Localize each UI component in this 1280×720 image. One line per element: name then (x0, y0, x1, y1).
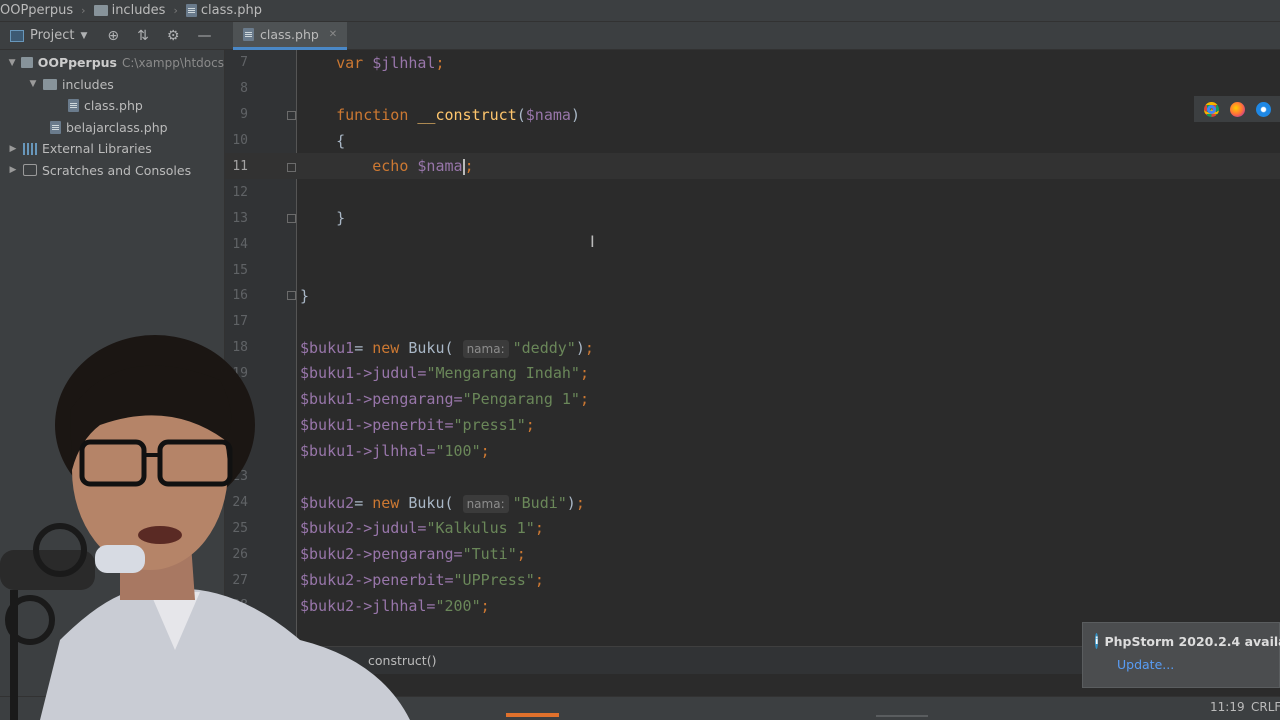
line-number: 9 (240, 107, 248, 122)
code-line-7: var $jlhhal; (336, 54, 445, 72)
chevron-down-icon[interactable]: ▼ (80, 31, 87, 41)
fold-marker-icon[interactable] (287, 163, 296, 172)
tab-class-php[interactable]: class.php ✕ (233, 22, 348, 50)
project-view-dropdown[interactable]: Project (30, 28, 74, 43)
fold-marker-icon[interactable] (287, 291, 296, 300)
scratches-icon (23, 164, 37, 177)
status-divider (876, 715, 928, 717)
chevron-down-icon[interactable]: ▼ (28, 79, 38, 89)
progress-indicator (506, 713, 559, 717)
update-link[interactable]: Update... (1117, 657, 1174, 672)
chrome-icon[interactable] (1203, 101, 1219, 117)
line-number: 15 (232, 263, 248, 278)
mouse-ibeam-cursor-icon: I (590, 232, 595, 251)
browser-preview-popup (1194, 96, 1280, 122)
chevron-right-icon[interactable]: ▶ (8, 165, 18, 175)
line-number: 17 (232, 314, 248, 329)
line-number: 16 (232, 288, 248, 303)
line-number: 10 (232, 133, 248, 148)
breadcrumb-file[interactable]: class.php (185, 3, 262, 18)
tree-item-includes[interactable]: ▼ includes (0, 74, 224, 96)
gear-icon[interactable]: ⚙ (167, 28, 180, 44)
tree-item-root[interactable]: ▼ OOPperpus C:\xampp\htdocs (0, 52, 224, 74)
tree-item-scratches[interactable]: ▶ Scratches and Consoles (0, 160, 224, 182)
update-notification: i PhpStorm 2020.2.4 availabl Update... (1082, 622, 1280, 688)
line-number: 12 (232, 185, 248, 200)
breadcrumb-folder[interactable]: includes (93, 3, 165, 18)
breadcrumb-separator: › (81, 4, 86, 17)
project-tool-header: Project ▼ ⊕ ⇅ ⚙ — (0, 22, 225, 50)
php-file-icon (50, 120, 61, 134)
code-line-9: function __construct($nama) (336, 106, 580, 124)
webcam-overlay (0, 330, 410, 720)
php-file-icon (68, 99, 79, 113)
folder-icon (93, 5, 108, 16)
project-window-icon (10, 29, 24, 42)
info-icon: i (1095, 633, 1099, 649)
collapse-all-icon[interactable]: ⇅ (137, 28, 149, 44)
parameter-hint: nama: (462, 340, 509, 358)
safari-icon[interactable] (1255, 101, 1271, 117)
library-icon (23, 142, 37, 155)
line-separator[interactable]: CRLF (1251, 700, 1280, 714)
code-line-11: echo $nama; (372, 157, 474, 175)
tree-item-class-php[interactable]: class.php (0, 95, 224, 117)
code-line-16: } (300, 287, 310, 305)
fold-marker-icon[interactable] (287, 214, 296, 223)
line-number: 7 (240, 55, 248, 70)
line-number: 14 (232, 237, 248, 252)
caret-position[interactable]: 11:19 (1210, 700, 1245, 714)
firefox-icon[interactable] (1229, 101, 1245, 117)
locate-icon[interactable]: ⊕ (107, 28, 119, 44)
line-number: 8 (240, 81, 248, 96)
parameter-hint: nama: (462, 495, 509, 513)
editor-tab-strip: class.php ✕ (225, 22, 1280, 50)
tree-item-external-libraries[interactable]: ▶ External Libraries (0, 138, 224, 160)
chevron-right-icon[interactable]: ▶ (8, 144, 18, 154)
hide-icon[interactable]: — (197, 28, 211, 44)
fold-marker-icon[interactable] (287, 111, 296, 120)
code-line-10: { (336, 132, 346, 150)
tree-item-belajarclass-php[interactable]: belajarclass.php (0, 117, 224, 139)
navigation-bar: OOPperpus › includes › class.php (0, 0, 1280, 22)
php-file-icon (185, 4, 197, 17)
php-file-icon (243, 28, 254, 41)
line-number: 13 (232, 211, 248, 226)
folder-icon (21, 57, 33, 69)
presenter-image (0, 335, 410, 720)
folder-icon (43, 78, 57, 90)
code-line-13: } (336, 209, 346, 227)
close-icon[interactable]: ✕ (329, 29, 337, 40)
breadcrumb-separator: › (173, 4, 178, 17)
line-number: 11 (232, 159, 248, 174)
breadcrumb-project[interactable]: OOPperpus (0, 3, 73, 18)
chevron-down-icon[interactable]: ▼ (8, 58, 16, 68)
